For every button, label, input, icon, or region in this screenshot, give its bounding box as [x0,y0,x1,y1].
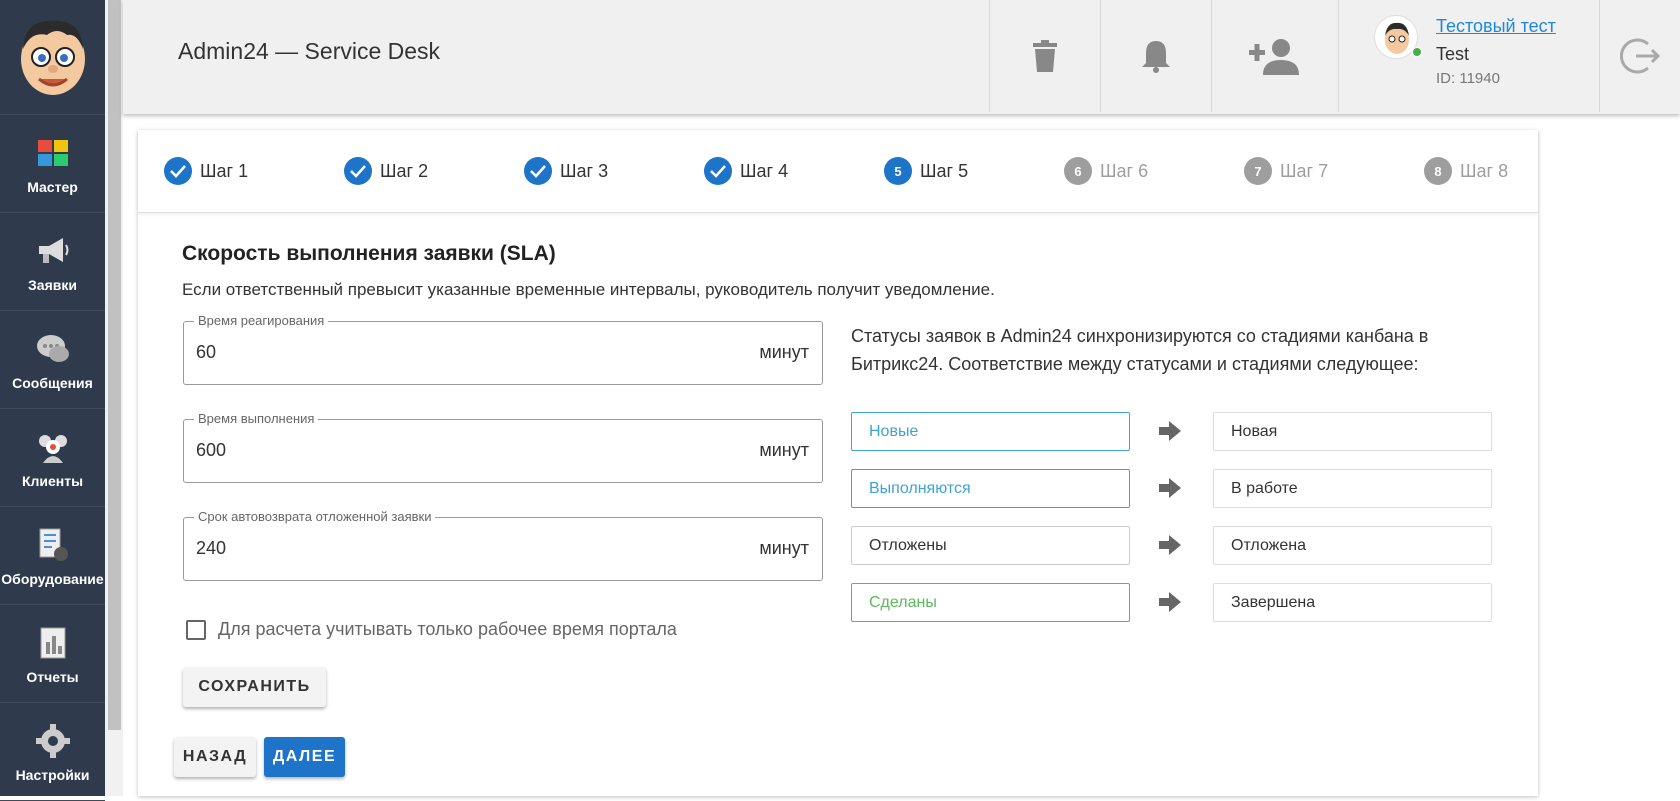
arrow-right-icon [1159,478,1181,498]
arrow-right-icon [1159,421,1181,441]
sidebar-item-label: Клиенты [21,472,84,489]
app-logo[interactable] [0,0,105,115]
equipment-icon [36,525,70,565]
auto-return-input[interactable] [196,538,696,559]
status-box: Сделаны [851,583,1130,622]
step-label: Шаг 3 [560,160,609,181]
completion-time-field[interactable]: Время выполнения минут [183,411,823,483]
arrow-right-icon [1159,592,1181,612]
step-label: Шаг 7 [1280,160,1329,181]
sidebar-scrollbar-thumb[interactable] [108,0,121,730]
sidebar-item-reports[interactable]: Отчеты [0,605,105,703]
add-user-button[interactable] [1211,0,1338,112]
status-box: Отложены [851,526,1130,565]
step-6[interactable]: 6 Шаг 6 [1064,157,1148,185]
sidebar-item-label: Сообщения [12,374,93,391]
next-button[interactable]: ДАЛЕЕ [264,737,345,777]
section-title: Скорость выполнения заявки (SLA) [182,242,556,265]
sidebar-item-master[interactable]: Мастер [0,115,105,213]
notifications-button[interactable] [1100,0,1211,112]
megaphone-icon [35,231,71,271]
step-5[interactable]: 5 Шаг 5 [884,157,968,185]
field-label: Срок автовозврата отложенной заявки [194,509,436,524]
user-panel: Тестовый тест Test ID: 11940 [1338,0,1600,112]
user-login: Test [1436,44,1470,64]
step-label: Шаг 2 [380,160,429,181]
step-1[interactable]: Шаг 1 [164,157,248,185]
sidebar-item-label: Заявки [28,276,77,293]
arrow-right-icon [1159,535,1181,555]
step-4[interactable]: Шаг 4 [704,157,788,185]
stage-box: Новая [1213,412,1492,451]
checkbox-label: Для расчета учитывать только рабочее вре… [218,619,677,639]
check-icon [344,157,372,185]
sidebar-item-label: Оборудование [1,570,104,587]
stage-box: Отложена [1213,526,1492,565]
user-name-link[interactable]: Тестовый тест [1436,16,1556,37]
step-7[interactable]: 7 Шаг 7 [1244,157,1328,185]
response-time-input[interactable] [196,342,696,363]
sidebar-item-messages[interactable]: Сообщения [0,311,105,409]
step-label: Шаг 5 [920,160,969,181]
app-title: Admin24 — Service Desk [178,38,441,64]
field-unit: минут [759,538,809,558]
sidebar-item-settings[interactable]: Настройки [0,703,105,801]
logout-button[interactable] [1600,0,1680,112]
bell-icon [1142,41,1170,73]
sidebar-item-label: Мастер [27,178,78,195]
wizard-card: Шаг 1 Шаг 2 Шаг 3 Шаг 4 5 Шаг 5 6 Шаг 6 … [138,130,1538,796]
step-label: Шаг 4 [740,160,789,181]
step-number: 5 [884,157,912,185]
wizard-icon [36,133,70,173]
field-unit: минут [759,342,809,362]
field-label: Время реагирования [194,313,329,328]
status-box: Выполняются [851,469,1130,508]
step-3[interactable]: Шаг 3 [524,157,608,185]
trash-icon [1033,40,1057,72]
back-button[interactable]: НАЗАД [174,737,256,777]
check-icon [704,157,732,185]
sidebar: Мастер Заявки Сообщения Клиенты Оборудов… [0,0,105,801]
checkbox-box[interactable] [186,619,206,640]
chat-icon [35,329,71,369]
stage-box: Завершена [1213,583,1492,622]
clients-icon [35,427,71,467]
step-number: 6 [1064,157,1092,185]
step-number: 8 [1424,157,1452,185]
check-icon [524,157,552,185]
trash-button[interactable] [989,0,1100,112]
response-time-field[interactable]: Время реагирования минут [183,313,823,385]
step-label: Шаг 6 [1100,160,1149,181]
completion-time-input[interactable] [196,440,696,461]
sidebar-item-clients[interactable]: Клиенты [0,409,105,507]
sidebar-item-requests[interactable]: Заявки [0,213,105,311]
header: Admin24 — Service Desk Тестовый тест Tes… [123,0,1680,114]
sidebar-item-equipment[interactable]: Оборудование [0,507,105,605]
logout-icon [1620,38,1660,74]
step-number: 7 [1244,157,1272,185]
sidebar-item-label: Отчеты [26,668,79,685]
auto-return-field[interactable]: Срок автовозврата отложенной заявки мину… [183,509,823,581]
status-sync-info: Статусы заявок в Admin24 синхронизируютс… [851,326,1429,374]
stepper: Шаг 1 Шаг 2 Шаг 3 Шаг 4 5 Шаг 5 6 Шаг 6 … [138,130,1538,213]
step-label: Шаг 1 [200,160,249,181]
mascot-logo-icon [20,20,85,95]
add-user-icon [1249,39,1299,75]
step-8[interactable]: 8 Шаг 8 [1424,157,1508,185]
field-label: Время выполнения [194,411,319,426]
step-label: Шаг 8 [1460,160,1509,181]
sidebar-item-label: Настройки [15,766,90,783]
gear-icon [35,721,71,761]
working-time-checkbox[interactable]: Для расчета учитывать только рабочее вре… [186,619,677,640]
status-box: Новые [851,412,1130,451]
save-button[interactable]: СОХРАНИТЬ [183,667,326,707]
field-unit: минут [759,440,809,460]
stage-box: В работе [1213,469,1492,508]
check-icon [164,157,192,185]
online-status-indicator [1412,47,1422,57]
reports-icon [38,623,68,663]
user-id: ID: 11940 [1436,70,1500,87]
step-2[interactable]: Шаг 2 [344,157,428,185]
section-description: Если ответственный превысит указанные вр… [182,280,995,299]
